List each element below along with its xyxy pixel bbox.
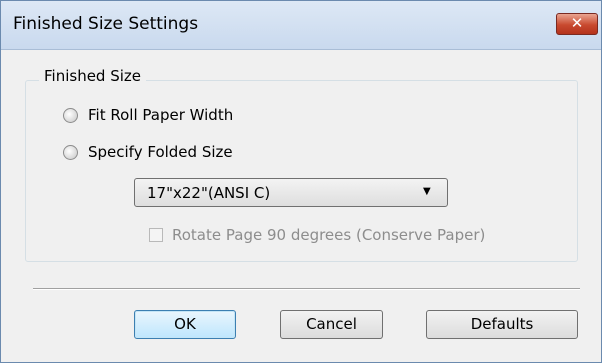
close-icon: ✕ bbox=[570, 14, 584, 32]
specify-folded-size-radio[interactable] bbox=[63, 145, 78, 160]
close-button[interactable]: ✕ bbox=[556, 13, 598, 35]
separator bbox=[33, 288, 580, 290]
finished-size-group-title: Finished Size bbox=[39, 67, 147, 85]
specify-folded-size-label[interactable]: Specify Folded Size bbox=[88, 143, 233, 161]
finished-size-settings-dialog: Finished Size Settings ✕ Finished Size F… bbox=[0, 0, 602, 363]
folded-size-select-value: 17"x22"(ANSI C) bbox=[147, 184, 271, 202]
ok-button[interactable]: OK bbox=[134, 310, 236, 339]
fit-roll-paper-width-label[interactable]: Fit Roll Paper Width bbox=[88, 106, 233, 124]
title-bar[interactable]: Finished Size Settings ✕ bbox=[1, 1, 601, 50]
cancel-button[interactable]: Cancel bbox=[280, 310, 383, 339]
defaults-button[interactable]: Defaults bbox=[426, 310, 578, 339]
dialog-title: Finished Size Settings bbox=[13, 14, 199, 34]
rotate-page-label: Rotate Page 90 degrees (Conserve Paper) bbox=[172, 226, 486, 244]
folded-size-select[interactable]: 17"x22"(ANSI C) ▼ bbox=[134, 178, 448, 207]
chevron-down-icon: ▼ bbox=[423, 186, 431, 197]
rotate-page-checkbox[interactable] bbox=[149, 228, 163, 242]
fit-roll-paper-width-radio[interactable] bbox=[63, 108, 78, 123]
